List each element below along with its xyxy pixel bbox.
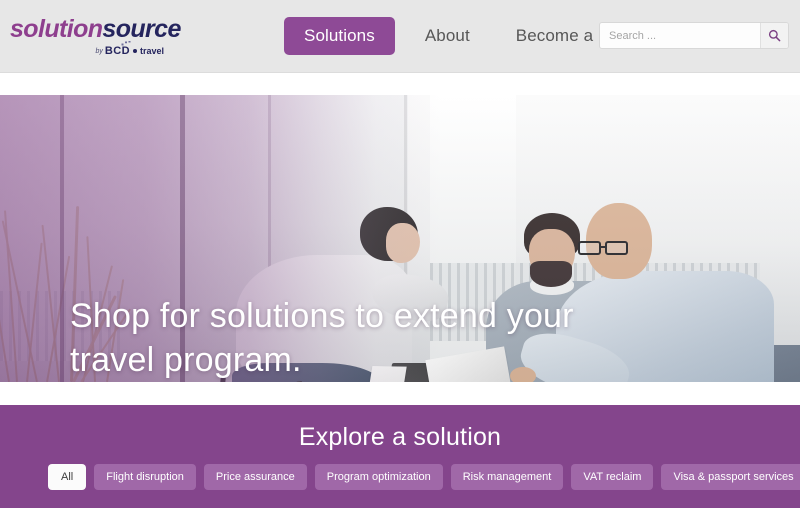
logo-tagline-dot-icon: [132, 49, 137, 53]
logo-tagline-by: by: [95, 47, 103, 55]
filter-pill-all[interactable]: All: [48, 464, 87, 491]
hero-banner: Shop for solutions to extend your travel…: [0, 95, 800, 382]
filter-pill-visa-passport-services[interactable]: Visa & passport services: [661, 464, 800, 491]
chair: [211, 376, 320, 382]
nav-item-about[interactable]: About: [411, 17, 484, 55]
filter-pill-price-assurance[interactable]: Price assurance: [203, 464, 307, 491]
solution-filter-list: All Flight disruption Price assurance Pr…: [0, 452, 800, 491]
logo-wordmark: solutionsource: [10, 14, 181, 44]
logo-tagline-travel: travel: [139, 46, 164, 56]
search-box: [599, 22, 789, 49]
explore-heading: Explore a solution: [298, 423, 502, 451]
decorative-grass: [0, 200, 142, 382]
filter-pill-vat-reclaim[interactable]: VAT reclaim: [571, 464, 654, 491]
filter-pill-flight-disruption[interactable]: Flight disruption: [94, 464, 196, 491]
search-icon: [768, 29, 781, 42]
eyeglasses: [578, 241, 632, 255]
filter-pill-program-optimization[interactable]: Program optimization: [314, 464, 443, 491]
explore-section: Explore a solution All Flight disruption…: [0, 405, 800, 508]
logo-word-solution: solution: [10, 15, 103, 43]
logo-tagline-bcd: BCD: [104, 41, 133, 57]
site-logo[interactable]: solutionsource by BCD travel: [10, 14, 181, 62]
search-button[interactable]: [760, 23, 788, 48]
logo-tagline: by BCD travel: [10, 41, 170, 57]
nav-item-solutions[interactable]: Solutions: [284, 17, 395, 55]
hero-photograph: [0, 95, 800, 382]
filter-pill-risk-management[interactable]: Risk management: [450, 464, 564, 491]
page-root: solutionsource by BCD travel Solutions A…: [0, 0, 800, 526]
search-input[interactable]: [600, 23, 760, 48]
site-header: solutionsource by BCD travel Solutions A…: [0, 0, 800, 73]
logo-word-source: source: [102, 15, 181, 43]
